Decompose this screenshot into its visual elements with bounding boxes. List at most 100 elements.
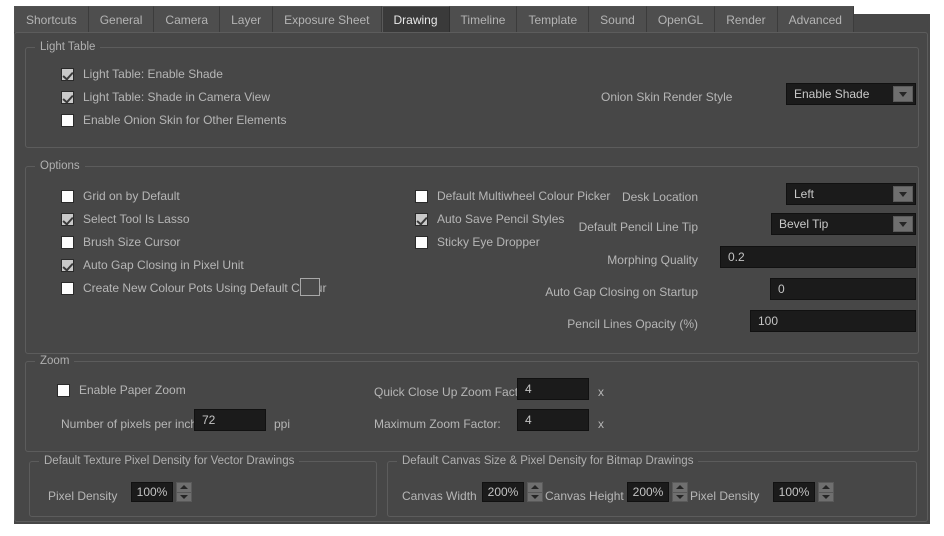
- vector-pixel-density-input[interactable]: 100%: [131, 482, 173, 502]
- tab-template[interactable]: Template: [517, 6, 590, 32]
- tab-general[interactable]: General: [88, 6, 155, 32]
- preferences-tab-bar: Shortcuts General Camera Layer Exposure …: [14, 6, 854, 32]
- desk-location-value: Left: [794, 187, 815, 201]
- canvas-width-spin-buttons[interactable]: [527, 482, 543, 502]
- checkbox-label: Select Tool Is Lasso: [83, 212, 190, 226]
- light-table-group: Light Table Light Table: Enable Shade Li…: [25, 40, 919, 148]
- vector-pixel-density-group: Default Texture Pixel Density for Vector…: [29, 454, 377, 517]
- checkbox-indicator[interactable]: [61, 281, 74, 295]
- morphing-quality-input[interactable]: 0.2: [720, 246, 916, 268]
- canvas-height-label: Canvas Height: [545, 489, 624, 503]
- checkbox-label: Create New Colour Pots Using Default Col…: [83, 281, 327, 295]
- tab-exposure-sheet[interactable]: Exposure Sheet: [273, 6, 382, 32]
- spinner-down-icon[interactable]: [528, 493, 542, 502]
- tab-layer[interactable]: Layer: [220, 6, 274, 32]
- pencil-lines-opacity-label: Pencil Lines Opacity (%): [567, 317, 698, 331]
- spinner-up-icon[interactable]: [673, 483, 687, 493]
- canvas-height-spin-buttons[interactable]: [672, 482, 688, 502]
- auto-gap-closing-on-startup-input[interactable]: 0: [770, 278, 916, 300]
- checkbox-indicator[interactable]: [61, 212, 74, 226]
- checkbox-indicator[interactable]: [61, 90, 74, 104]
- spinner-up-icon[interactable]: [177, 483, 191, 493]
- desk-location-label: Desk Location: [621, 190, 698, 204]
- checkbox-select-tool-is-lasso[interactable]: Select Tool Is Lasso: [61, 211, 190, 227]
- checkbox-indicator[interactable]: [415, 212, 428, 226]
- onion-skin-render-style-label: Onion Skin Render Style: [601, 90, 733, 104]
- checkbox-label: Auto Gap Closing in Pixel Unit: [83, 258, 244, 272]
- tab-render[interactable]: Render: [715, 6, 778, 32]
- bitmap-pixel-density-stepper[interactable]: 100%: [773, 482, 834, 502]
- checkbox-brush-size-cursor[interactable]: Brush Size Cursor: [61, 234, 180, 250]
- maximum-zoom-factor-label: Maximum Zoom Factor:: [374, 417, 501, 431]
- checkbox-auto-save-pencil-styles[interactable]: Auto Save Pencil Styles: [415, 211, 564, 227]
- drawing-preferences-panel: Light Table Light Table: Enable Shade Li…: [14, 32, 928, 522]
- tab-camera[interactable]: Camera: [154, 6, 221, 32]
- checkbox-create-new-colour-pots-using-default-colour[interactable]: Create New Colour Pots Using Default Col…: [61, 280, 326, 296]
- bitmap-canvas-density-group-title: Default Canvas Size & Pixel Density for …: [397, 454, 699, 468]
- spinner-down-icon[interactable]: [819, 493, 833, 502]
- vector-pixel-density-stepper[interactable]: 100%: [131, 482, 192, 502]
- canvas-height-input[interactable]: 200%: [627, 482, 669, 502]
- checkbox-default-multiwheel-colour-picker[interactable]: Default Multiwheel Colour Picker: [415, 188, 610, 204]
- checkbox-indicator[interactable]: [61, 113, 74, 127]
- auto-gap-closing-on-startup-label: Auto Gap Closing on Startup: [545, 285, 698, 299]
- onion-skin-render-style-value: Enable Shade: [794, 87, 870, 101]
- canvas-height-stepper[interactable]: 200%: [627, 482, 688, 502]
- spinner-up-icon[interactable]: [528, 483, 542, 493]
- canvas-width-stepper[interactable]: 200%: [482, 482, 543, 502]
- light-table-group-title: Light Table: [35, 40, 101, 54]
- options-group-title: Options: [35, 159, 85, 173]
- checkbox-indicator[interactable]: [61, 67, 74, 81]
- tab-opengl[interactable]: OpenGL: [646, 6, 716, 32]
- tab-timeline[interactable]: Timeline: [449, 6, 518, 32]
- spinner-up-icon[interactable]: [819, 483, 833, 493]
- chevron-down-icon[interactable]: [893, 186, 913, 202]
- chevron-down-icon[interactable]: [893, 86, 913, 102]
- checkbox-enable-paper-zoom[interactable]: Enable Paper Zoom: [57, 382, 186, 398]
- checkbox-label: Enable Onion Skin for Other Elements: [83, 113, 287, 127]
- tab-sound[interactable]: Sound: [589, 6, 647, 32]
- checkbox-label: Brush Size Cursor: [83, 235, 181, 249]
- checkbox-sticky-eye-dropper[interactable]: Sticky Eye Dropper: [415, 234, 540, 250]
- checkbox-indicator[interactable]: [61, 258, 74, 272]
- bitmap-canvas-density-group: Default Canvas Size & Pixel Density for …: [387, 454, 917, 517]
- checkbox-grid-on-by-default[interactable]: Grid on by Default: [61, 188, 180, 204]
- options-group: Options Grid on by Default Select Tool I…: [25, 159, 919, 354]
- quick-close-up-zoom-factor-unit: x: [598, 385, 604, 399]
- tab-advanced[interactable]: Advanced: [777, 6, 854, 32]
- checkbox-indicator[interactable]: [415, 235, 428, 249]
- spinner-down-icon[interactable]: [673, 493, 687, 502]
- checkbox-indicator[interactable]: [57, 383, 70, 397]
- desk-location-combo[interactable]: Left: [786, 183, 916, 205]
- onion-skin-render-style-combo[interactable]: Enable Shade: [786, 83, 916, 105]
- canvas-width-input[interactable]: 200%: [482, 482, 524, 502]
- bitmap-pixel-density-spin-buttons[interactable]: [818, 482, 834, 502]
- maximum-zoom-factor-unit: x: [598, 417, 604, 431]
- checkbox-label: Grid on by Default: [83, 189, 180, 203]
- vector-pixel-density-spin-buttons[interactable]: [176, 482, 192, 502]
- checkbox-auto-gap-closing-in-pixel-unit[interactable]: Auto Gap Closing in Pixel Unit: [61, 257, 244, 273]
- tab-shortcuts[interactable]: Shortcuts: [14, 6, 89, 32]
- maximum-zoom-factor-input[interactable]: 4: [517, 409, 589, 431]
- spinner-down-icon[interactable]: [177, 493, 191, 502]
- checkbox-enable-onion-skin-for-other-elements[interactable]: Enable Onion Skin for Other Elements: [61, 112, 286, 128]
- checkbox-indicator[interactable]: [61, 235, 74, 249]
- chevron-down-icon[interactable]: [893, 216, 913, 232]
- vector-pixel-density-group-title: Default Texture Pixel Density for Vector…: [39, 454, 300, 468]
- default-pencil-line-tip-combo[interactable]: Bevel Tip: [771, 213, 916, 235]
- vector-pixel-density-label: Pixel Density: [48, 489, 118, 503]
- default-colour-swatch[interactable]: [300, 278, 320, 296]
- checkbox-label: Sticky Eye Dropper: [437, 235, 540, 249]
- zoom-group-title: Zoom: [35, 354, 75, 368]
- checkbox-light-table-enable-shade[interactable]: Light Table: Enable Shade: [61, 66, 223, 82]
- pencil-lines-opacity-input[interactable]: 100: [750, 310, 916, 332]
- pixels-per-inch-input[interactable]: 72: [194, 409, 266, 431]
- bitmap-pixel-density-input[interactable]: 100%: [773, 482, 815, 502]
- quick-close-up-zoom-factor-input[interactable]: 4: [517, 378, 589, 400]
- checkbox-label: Enable Paper Zoom: [79, 383, 186, 397]
- checkbox-indicator[interactable]: [415, 189, 428, 203]
- pixels-per-inch-unit: ppi: [274, 417, 291, 431]
- tab-drawing[interactable]: Drawing: [381, 6, 450, 32]
- checkbox-light-table-shade-in-camera-view[interactable]: Light Table: Shade in Camera View: [61, 89, 270, 105]
- checkbox-indicator[interactable]: [61, 189, 74, 203]
